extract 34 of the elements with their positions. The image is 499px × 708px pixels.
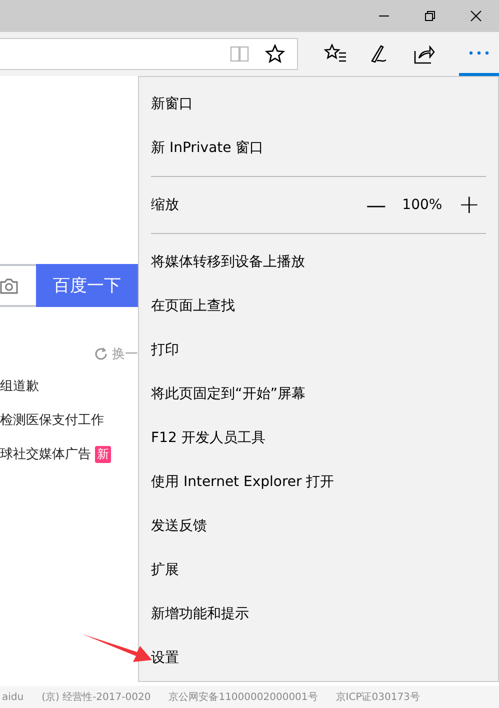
footer-text: 京公网安备11000002000001号 — [168, 690, 318, 704]
zoom-value: 100% — [402, 197, 442, 213]
menu-item[interactable]: 打印 — [151, 341, 179, 359]
news-link[interactable]: 球社交媒体广告 — [0, 445, 91, 463]
menu-item[interactable]: 在页面上查找 — [151, 297, 235, 315]
share-icon[interactable] — [412, 43, 436, 65]
refresh-icon — [94, 347, 108, 361]
restore-icon — [424, 10, 436, 22]
menu-item[interactable]: 使用 Internet Explorer 打开 — [151, 473, 334, 491]
menu-item[interactable]: 发送反馈 — [151, 517, 207, 535]
footer-text: 京ICP证030173号 — [336, 690, 420, 704]
footer-text: aidu — [2, 692, 24, 702]
menu-item[interactable]: 新增功能和提示 — [151, 605, 249, 623]
zoom-in-button[interactable]: + — [452, 190, 486, 220]
footer-text: (京) 经营性-2017-0020 — [42, 690, 151, 704]
new-badge: 新 — [95, 446, 111, 462]
zoom-label: 缩放 — [151, 196, 179, 214]
menu-item[interactable]: 扩展 — [151, 561, 179, 579]
more-icon — [468, 50, 490, 56]
address-field[interactable] — [0, 38, 298, 70]
camera-icon[interactable] — [0, 278, 18, 294]
menu-item[interactable]: 设置 — [151, 649, 179, 667]
menu-item[interactable]: 将此页固定到“开始”屏幕 — [151, 385, 306, 403]
menu-item[interactable]: 新窗口 — [151, 95, 193, 113]
menu-item[interactable]: 新 InPrivate 窗口 — [151, 139, 264, 157]
zoom-out-button[interactable]: — — [360, 193, 392, 217]
star-icon[interactable] — [265, 44, 285, 64]
close-icon — [470, 10, 482, 22]
search-field[interactable] — [0, 264, 36, 307]
news-link[interactable]: 组道歉 — [0, 377, 39, 395]
menu-item[interactable]: F12 开发人员工具 — [151, 429, 266, 447]
news-link[interactable]: 检测医保支付工作 — [0, 411, 104, 429]
search-button[interactable]: 百度一下 — [36, 264, 138, 307]
menu-item[interactable]: 将媒体转移到设备上播放 — [151, 253, 305, 271]
